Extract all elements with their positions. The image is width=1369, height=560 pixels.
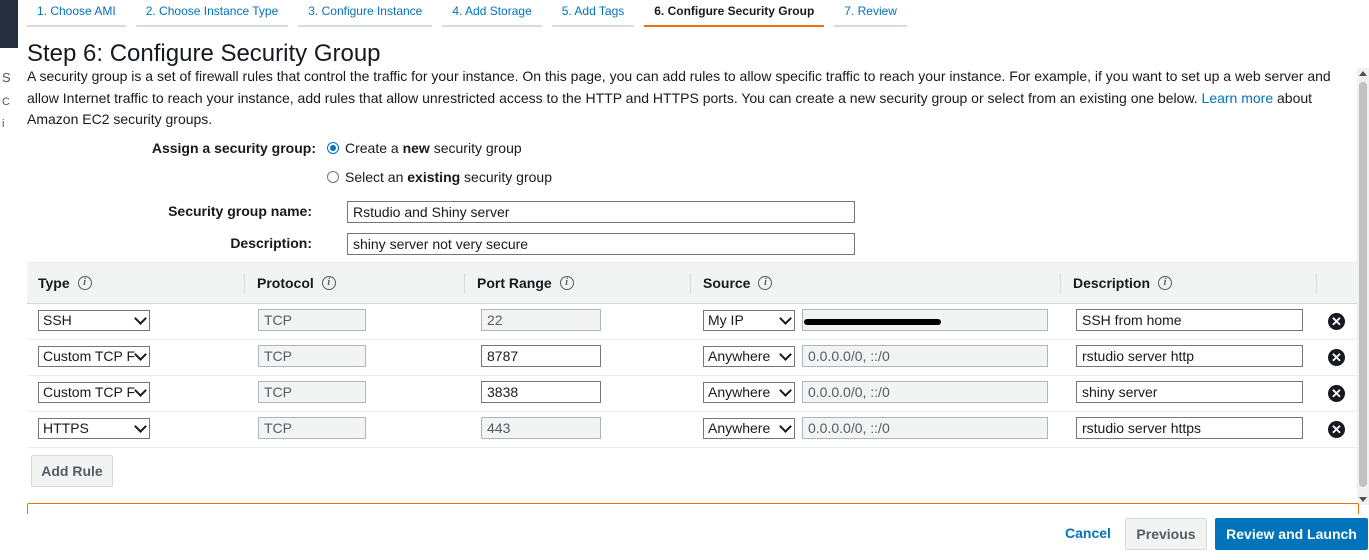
source-cidr-field: 0.0.0.0/0, ::/0: [802, 345, 1048, 367]
chevron-down-icon: [134, 384, 147, 397]
assign-security-group-label: Assign a security group:: [151, 140, 316, 156]
chevron-down-icon: [134, 420, 147, 433]
radio-button-icon[interactable]: [327, 171, 339, 183]
radio-button-selected-icon[interactable]: [327, 142, 339, 154]
add-rule-button[interactable]: Add Rule: [31, 455, 113, 487]
port-range-field: 22: [481, 309, 601, 331]
description-input[interactable]: shiny server not very secure: [347, 233, 855, 255]
table-row: Custom TCP F TCP 8787 Anywhere 0.0.0.0/0…: [27, 339, 1357, 376]
col-port-range: Port Range i: [477, 263, 574, 303]
previous-button[interactable]: Previous: [1125, 518, 1207, 550]
tab-configure-instance[interactable]: 3. Configure Instance: [298, 0, 433, 27]
console-side-edge: [0, 0, 18, 48]
tab-add-storage[interactable]: 4. Add Storage: [442, 0, 542, 27]
chevron-down-icon: [134, 348, 147, 361]
source-select[interactable]: Anywhere: [703, 346, 795, 367]
radio-create-pre: Create a: [345, 140, 399, 156]
type-select[interactable]: Custom TCP F: [38, 346, 150, 367]
port-range-input[interactable]: 8787: [481, 345, 601, 367]
scroll-down-icon[interactable]: [1359, 497, 1367, 502]
radio-create-post: security group: [429, 140, 522, 156]
redacted-ip: [804, 319, 941, 325]
radio-create-bold: new: [402, 140, 430, 156]
tab-choose-instance-type[interactable]: 2. Choose Instance Type: [135, 0, 289, 27]
description-label: Description:: [230, 235, 312, 251]
rules-table-header: Type i Protocol i Port Range i Source i Desc…: [27, 262, 1357, 304]
chevron-down-icon: [779, 420, 792, 433]
background-text: i: [2, 118, 5, 130]
rule-description-input[interactable]: SSH from home: [1076, 309, 1303, 331]
col-description: Description i: [1073, 263, 1173, 303]
radio-existing-post: security group: [460, 169, 552, 185]
remove-rule-icon[interactable]: ✕: [1328, 349, 1345, 366]
protocol-field: TCP: [258, 309, 366, 331]
col-source: Source i: [703, 263, 773, 303]
port-range-input[interactable]: 3838: [481, 381, 601, 403]
table-row: Custom TCP F TCP 3838 Anywhere 0.0.0.0/0…: [27, 375, 1357, 412]
tab-add-tags[interactable]: 5. Add Tags: [551, 0, 635, 27]
learn-more-link[interactable]: Learn more: [1202, 90, 1274, 106]
protocol-field: TCP: [258, 417, 366, 439]
remove-rule-icon[interactable]: ✕: [1328, 421, 1345, 438]
radio-existing-pre: Select an: [345, 169, 404, 185]
info-icon[interactable]: i: [321, 276, 336, 290]
chevron-down-icon: [779, 312, 792, 325]
remove-rule-icon[interactable]: ✕: [1328, 313, 1345, 330]
info-icon[interactable]: i: [758, 276, 773, 290]
rule-description-input[interactable]: rstudio server http: [1076, 345, 1303, 367]
cancel-button[interactable]: Cancel: [1058, 518, 1118, 550]
intro-text: A security group is a set of firewall ru…: [27, 68, 1331, 106]
rule-description-input[interactable]: shiny server: [1076, 381, 1303, 403]
info-icon[interactable]: i: [1158, 276, 1173, 290]
protocol-field: TCP: [258, 345, 366, 367]
scroll-up-icon[interactable]: [1359, 71, 1367, 76]
background-text: S: [2, 70, 11, 85]
port-range-field: 443: [481, 417, 601, 439]
remove-rule-icon[interactable]: ✕: [1328, 385, 1345, 402]
chevron-down-icon: [134, 312, 147, 325]
security-group-name-input[interactable]: Rstudio and Shiny server: [347, 201, 855, 223]
source-select[interactable]: Anywhere: [703, 418, 795, 439]
chevron-down-icon: [779, 348, 792, 361]
type-select[interactable]: HTTPS: [38, 418, 150, 439]
col-protocol: Protocol i: [257, 263, 336, 303]
source-select[interactable]: My IP: [703, 310, 795, 331]
chevron-down-icon: [779, 384, 792, 397]
warning-box: [27, 503, 1359, 514]
radio-select-existing[interactable]: Select an existing security group: [327, 169, 552, 185]
wizard-steps: 1. Choose AMI 2. Choose Instance Type 3.…: [27, 0, 917, 27]
source-select[interactable]: Anywhere: [703, 382, 795, 403]
col-type: Type i: [38, 263, 92, 303]
rule-description-input[interactable]: rstudio server https: [1076, 417, 1303, 439]
radio-existing-bold: existing: [407, 169, 461, 185]
table-row: SSH TCP 22 My IP SSH from home ✕: [27, 303, 1357, 340]
type-select[interactable]: SSH: [38, 310, 150, 331]
review-and-launch-button[interactable]: Review and Launch: [1215, 518, 1368, 550]
tab-review[interactable]: 7. Review: [834, 0, 907, 27]
table-row: HTTPS TCP 443 Anywhere 0.0.0.0/0, ::/0 r…: [27, 411, 1357, 448]
source-cidr-field: 0.0.0.0/0, ::/0: [802, 417, 1048, 439]
page-title: Step 6: Configure Security Group: [27, 40, 381, 67]
type-select[interactable]: Custom TCP F: [38, 382, 150, 403]
info-icon[interactable]: i: [77, 276, 92, 290]
info-icon[interactable]: i: [559, 276, 574, 290]
tab-choose-ami[interactable]: 1. Choose AMI: [27, 0, 126, 27]
scroll-thumb[interactable]: [1359, 82, 1367, 487]
protocol-field: TCP: [258, 381, 366, 403]
security-group-name-label: Security group name:: [168, 203, 312, 219]
source-cidr-field: 0.0.0.0/0, ::/0: [802, 381, 1048, 403]
tab-configure-security-group[interactable]: 6. Configure Security Group: [644, 0, 825, 27]
page-intro: A security group is a set of firewall ru…: [27, 66, 1337, 131]
background-text: C: [2, 96, 10, 108]
vertical-scrollbar[interactable]: [1357, 68, 1369, 505]
radio-create-new[interactable]: Create a new security group: [327, 140, 522, 156]
